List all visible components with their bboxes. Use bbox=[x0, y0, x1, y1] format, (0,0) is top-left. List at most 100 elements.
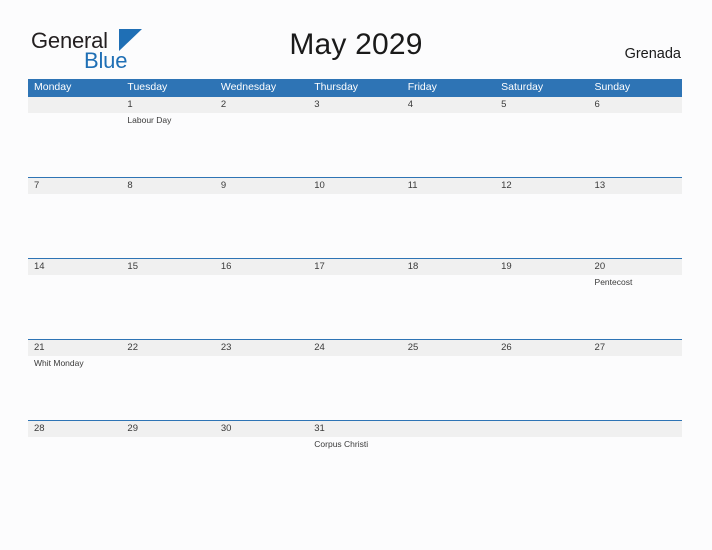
day-number[interactable]: 12 bbox=[495, 178, 588, 194]
day-cell[interactable] bbox=[495, 356, 588, 420]
day-number[interactable]: 22 bbox=[121, 340, 214, 356]
day-cell[interactable] bbox=[28, 194, 121, 258]
country-label: Grenada bbox=[624, 46, 681, 62]
page-header: General Blue May 2029 Grenada bbox=[0, 0, 712, 73]
day-cell[interactable] bbox=[215, 113, 308, 177]
event-label: Pentecost bbox=[594, 277, 633, 287]
calendar-week-row: 28 29 30 31 Corpus Christi bbox=[28, 420, 682, 501]
day-number[interactable]: 6 bbox=[589, 97, 682, 113]
day-cell[interactable] bbox=[215, 437, 308, 501]
day-number[interactable]: 5 bbox=[495, 97, 588, 113]
calendar-page: General Blue May 2029 Grenada Monday Tue… bbox=[0, 0, 712, 550]
day-cell[interactable] bbox=[121, 356, 214, 420]
day-number[interactable]: 27 bbox=[589, 340, 682, 356]
day-number[interactable]: 4 bbox=[402, 97, 495, 113]
day-cell[interactable]: Pentecost bbox=[589, 275, 682, 339]
day-number[interactable]: 23 bbox=[215, 340, 308, 356]
day-cell[interactable] bbox=[121, 275, 214, 339]
day-cell[interactable] bbox=[121, 194, 214, 258]
weekday-header-thursday: Thursday bbox=[314, 81, 359, 93]
day-cell[interactable]: Labour Day bbox=[121, 113, 214, 177]
day-number[interactable]: 3 bbox=[308, 97, 401, 113]
day-cell[interactable] bbox=[121, 437, 214, 501]
day-number-row: 1 2 3 4 5 6 bbox=[28, 97, 682, 113]
day-number[interactable]: 30 bbox=[215, 421, 308, 437]
day-cell[interactable] bbox=[215, 194, 308, 258]
day-cell[interactable] bbox=[308, 194, 401, 258]
day-cell[interactable] bbox=[495, 437, 588, 501]
day-cell[interactable] bbox=[495, 113, 588, 177]
day-number[interactable]: 1 bbox=[121, 97, 214, 113]
day-number-row: 21 22 23 24 25 26 27 bbox=[28, 340, 682, 356]
day-number[interactable]: 11 bbox=[402, 178, 495, 194]
day-cell[interactable] bbox=[589, 113, 682, 177]
day-number[interactable]: 26 bbox=[495, 340, 588, 356]
day-cell[interactable] bbox=[495, 194, 588, 258]
event-label: Corpus Christi bbox=[314, 439, 369, 449]
weekday-header-friday: Friday bbox=[407, 81, 437, 93]
day-number[interactable]: 7 bbox=[28, 178, 121, 194]
day-number[interactable]: 10 bbox=[308, 178, 401, 194]
day-events-row: Whit Monday bbox=[28, 356, 682, 420]
day-cell[interactable] bbox=[215, 275, 308, 339]
day-cell[interactable]: Whit Monday bbox=[28, 356, 121, 420]
day-cell[interactable] bbox=[402, 194, 495, 258]
day-number[interactable]: 31 bbox=[308, 421, 401, 437]
day-cell[interactable] bbox=[215, 356, 308, 420]
day-cell[interactable] bbox=[589, 194, 682, 258]
day-number[interactable] bbox=[589, 421, 682, 437]
calendar-week-row: 7 8 9 10 11 12 13 bbox=[28, 177, 682, 258]
weekday-header-sunday: Sunday bbox=[594, 81, 631, 93]
day-number[interactable]: 28 bbox=[28, 421, 121, 437]
day-cell[interactable] bbox=[589, 356, 682, 420]
day-number[interactable]: 15 bbox=[121, 259, 214, 275]
day-number-row: 7 8 9 10 11 12 13 bbox=[28, 178, 682, 194]
day-number-row: 14 15 16 17 18 19 20 bbox=[28, 259, 682, 275]
weekday-header-row: Monday Tuesday Wednesday Thursday Friday… bbox=[28, 79, 682, 96]
day-events-row bbox=[28, 194, 682, 258]
day-number[interactable]: 20 bbox=[589, 259, 682, 275]
day-cell[interactable] bbox=[589, 437, 682, 501]
day-number[interactable]: 21 bbox=[28, 340, 121, 356]
page-title: May 2029 bbox=[289, 28, 423, 61]
event-label: Labour Day bbox=[127, 115, 172, 125]
calendar-week-row: 1 2 3 4 5 6 Labour Day bbox=[28, 96, 682, 177]
day-number[interactable]: 19 bbox=[495, 259, 588, 275]
day-cell[interactable] bbox=[28, 275, 121, 339]
weekday-header-wednesday: Wednesday bbox=[220, 81, 277, 93]
day-number[interactable]: 14 bbox=[28, 259, 121, 275]
day-cell[interactable] bbox=[402, 113, 495, 177]
day-number[interactable]: 24 bbox=[308, 340, 401, 356]
day-cell[interactable] bbox=[308, 356, 401, 420]
day-cell[interactable] bbox=[402, 437, 495, 501]
day-number[interactable]: 9 bbox=[215, 178, 308, 194]
day-cell[interactable] bbox=[28, 437, 121, 501]
event-label: Whit Monday bbox=[34, 358, 84, 368]
day-cell[interactable] bbox=[402, 275, 495, 339]
day-number[interactable]: 16 bbox=[215, 259, 308, 275]
day-cell[interactable] bbox=[402, 356, 495, 420]
day-cell[interactable] bbox=[495, 275, 588, 339]
weekday-header-tuesday: Tuesday bbox=[127, 81, 168, 93]
calendar-table: Monday Tuesday Wednesday Thursday Friday… bbox=[28, 79, 682, 501]
day-cell[interactable]: Corpus Christi bbox=[308, 437, 401, 501]
day-number[interactable]: 2 bbox=[215, 97, 308, 113]
day-number[interactable]: 8 bbox=[121, 178, 214, 194]
day-number[interactable]: 29 bbox=[121, 421, 214, 437]
day-cell[interactable] bbox=[28, 113, 121, 177]
day-number-row: 28 29 30 31 bbox=[28, 421, 682, 437]
weekday-header-monday: Monday bbox=[34, 81, 72, 93]
day-events-row: Corpus Christi bbox=[28, 437, 682, 501]
day-number[interactable]: 25 bbox=[402, 340, 495, 356]
day-cell[interactable] bbox=[308, 113, 401, 177]
day-cell[interactable] bbox=[308, 275, 401, 339]
calendar-week-row: 14 15 16 17 18 19 20 Pentecost bbox=[28, 258, 682, 339]
day-number[interactable]: 17 bbox=[308, 259, 401, 275]
day-events-row: Labour Day bbox=[28, 113, 682, 177]
weekday-header-saturday: Saturday bbox=[501, 81, 544, 93]
day-number[interactable]: 13 bbox=[589, 178, 682, 194]
day-number[interactable] bbox=[495, 421, 588, 437]
day-number[interactable]: 18 bbox=[402, 259, 495, 275]
day-number[interactable] bbox=[28, 97, 121, 113]
day-number[interactable] bbox=[402, 421, 495, 437]
